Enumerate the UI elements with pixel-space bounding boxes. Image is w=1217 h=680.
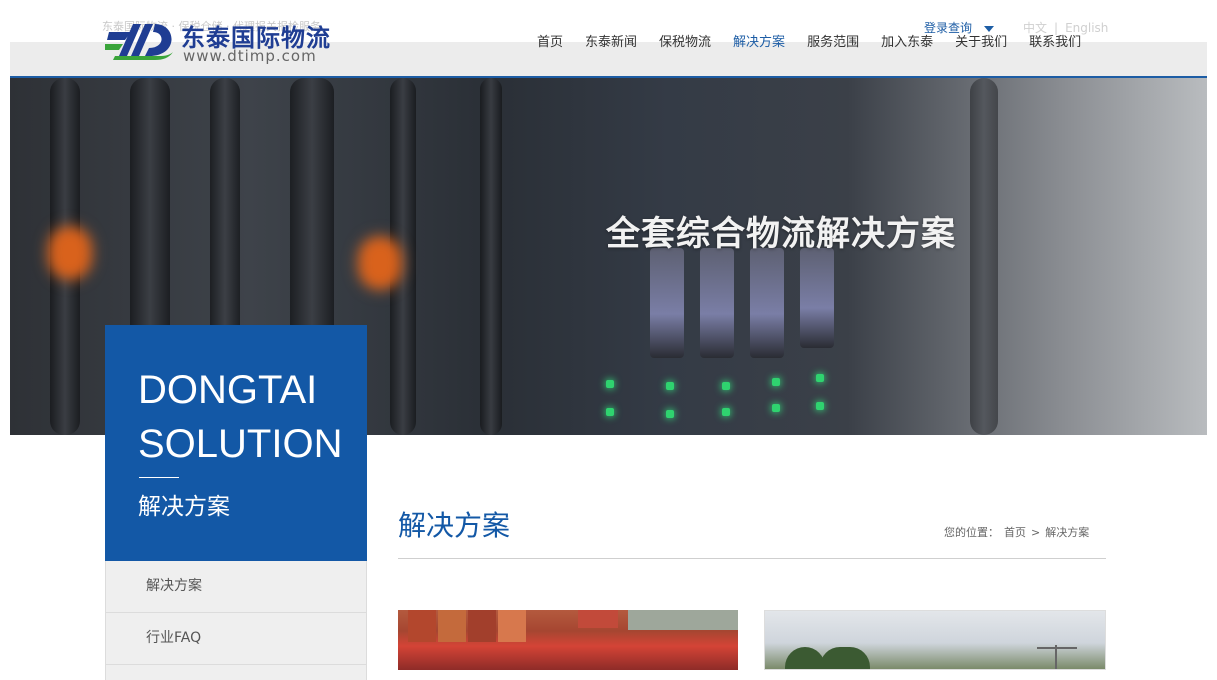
banner-decor <box>666 410 674 418</box>
banner-title: 全套综合物流解决方案 <box>606 214 956 254</box>
banner-decor <box>360 238 400 288</box>
login-query-label: 登录查询 <box>924 21 973 35</box>
breadcrumb-prefix: 您的位置： <box>944 526 999 539</box>
section-label-cn: 解决方案 <box>138 494 230 520</box>
lang-chinese-link[interactable]: 中文 <box>1023 21 1047 35</box>
banner-decor <box>750 248 784 358</box>
nav-item-join-us[interactable]: 加入东泰 <box>881 34 933 52</box>
banner-decor <box>722 408 730 416</box>
banner-decor <box>970 78 998 435</box>
banner-decor <box>816 374 824 382</box>
breadcrumb: 您的位置： 首页 > 解决方案 <box>944 524 1094 540</box>
nav-item-services[interactable]: 服务范围 <box>807 34 859 52</box>
card-image-detail <box>438 610 466 642</box>
banner-decor <box>480 78 502 435</box>
solution-card-image[interactable] <box>398 610 738 670</box>
card-image-detail <box>1037 647 1077 649</box>
banner-decor <box>50 228 90 278</box>
side-menu-item-solutions[interactable]: 解决方案 <box>106 561 366 613</box>
nav-item-solutions[interactable]: 解决方案 <box>733 34 785 52</box>
logo-url: www.dtimp.com <box>183 47 317 65</box>
card-image-detail <box>578 610 618 628</box>
banner-decor <box>606 380 614 388</box>
section-label-en-line1: DONGTAI <box>138 368 318 412</box>
side-menu: 解决方案 行业FAQ <box>105 561 367 680</box>
lang-separator: | <box>1054 21 1059 35</box>
section-label-en-line2: SOLUTION <box>138 422 343 466</box>
breadcrumb-separator: > <box>1031 526 1041 539</box>
card-image-detail <box>468 610 496 642</box>
solution-card-image[interactable] <box>764 610 1106 670</box>
page-title: 解决方案 <box>398 509 511 542</box>
banner-decor <box>700 248 734 358</box>
card-image-detail <box>628 610 738 630</box>
banner-decor <box>816 402 824 410</box>
section-label-divider <box>139 477 179 478</box>
side-menu-item-faq[interactable]: 行业FAQ <box>106 613 366 665</box>
dt-logo-icon <box>105 24 173 60</box>
card-image-detail <box>820 647 870 669</box>
banner-decor <box>650 248 684 358</box>
banner-decor <box>606 408 614 416</box>
site-header: 东泰国际物流 · 保税仓储 · 代理报关报检服务 东泰国际物流 www.dtim… <box>10 0 1207 78</box>
breadcrumb-home-link[interactable]: 首页 <box>1004 526 1026 539</box>
title-divider <box>398 558 1106 559</box>
nav-item-about-us[interactable]: 关于我们 <box>955 34 1007 52</box>
banner-decor <box>772 404 780 412</box>
lang-english-link[interactable]: English <box>1065 21 1108 35</box>
caret-down-icon <box>984 25 995 32</box>
banner-decor <box>800 248 834 348</box>
nav-item-bonded-logistics[interactable]: 保税物流 <box>659 34 711 52</box>
section-label-box: DONGTAI SOLUTION 解决方案 <box>105 325 367 561</box>
card-image-detail <box>498 610 526 642</box>
banner-decor <box>722 382 730 390</box>
banner-decor <box>666 382 674 390</box>
section-label-en: DONGTAI SOLUTION <box>138 363 342 471</box>
nav-item-news[interactable]: 东泰新闻 <box>585 34 637 52</box>
page: 东泰国际物流 · 保税仓储 · 代理报关报检服务 东泰国际物流 www.dtim… <box>10 0 1207 680</box>
nav-item-contact-us[interactable]: 联系我们 <box>1029 34 1081 52</box>
breadcrumb-current: 解决方案 <box>1045 526 1090 539</box>
card-image-detail <box>785 647 825 669</box>
site-logo[interactable]: 东泰国际物流 www.dtimp.com <box>105 16 345 66</box>
main-nav: 首页 东泰新闻 保税物流 解决方案 服务范围 加入东泰 关于我们 联系我们 <box>537 34 1103 52</box>
nav-item-home[interactable]: 首页 <box>537 34 563 52</box>
card-image-detail <box>408 610 436 642</box>
banner-decor <box>772 378 780 386</box>
